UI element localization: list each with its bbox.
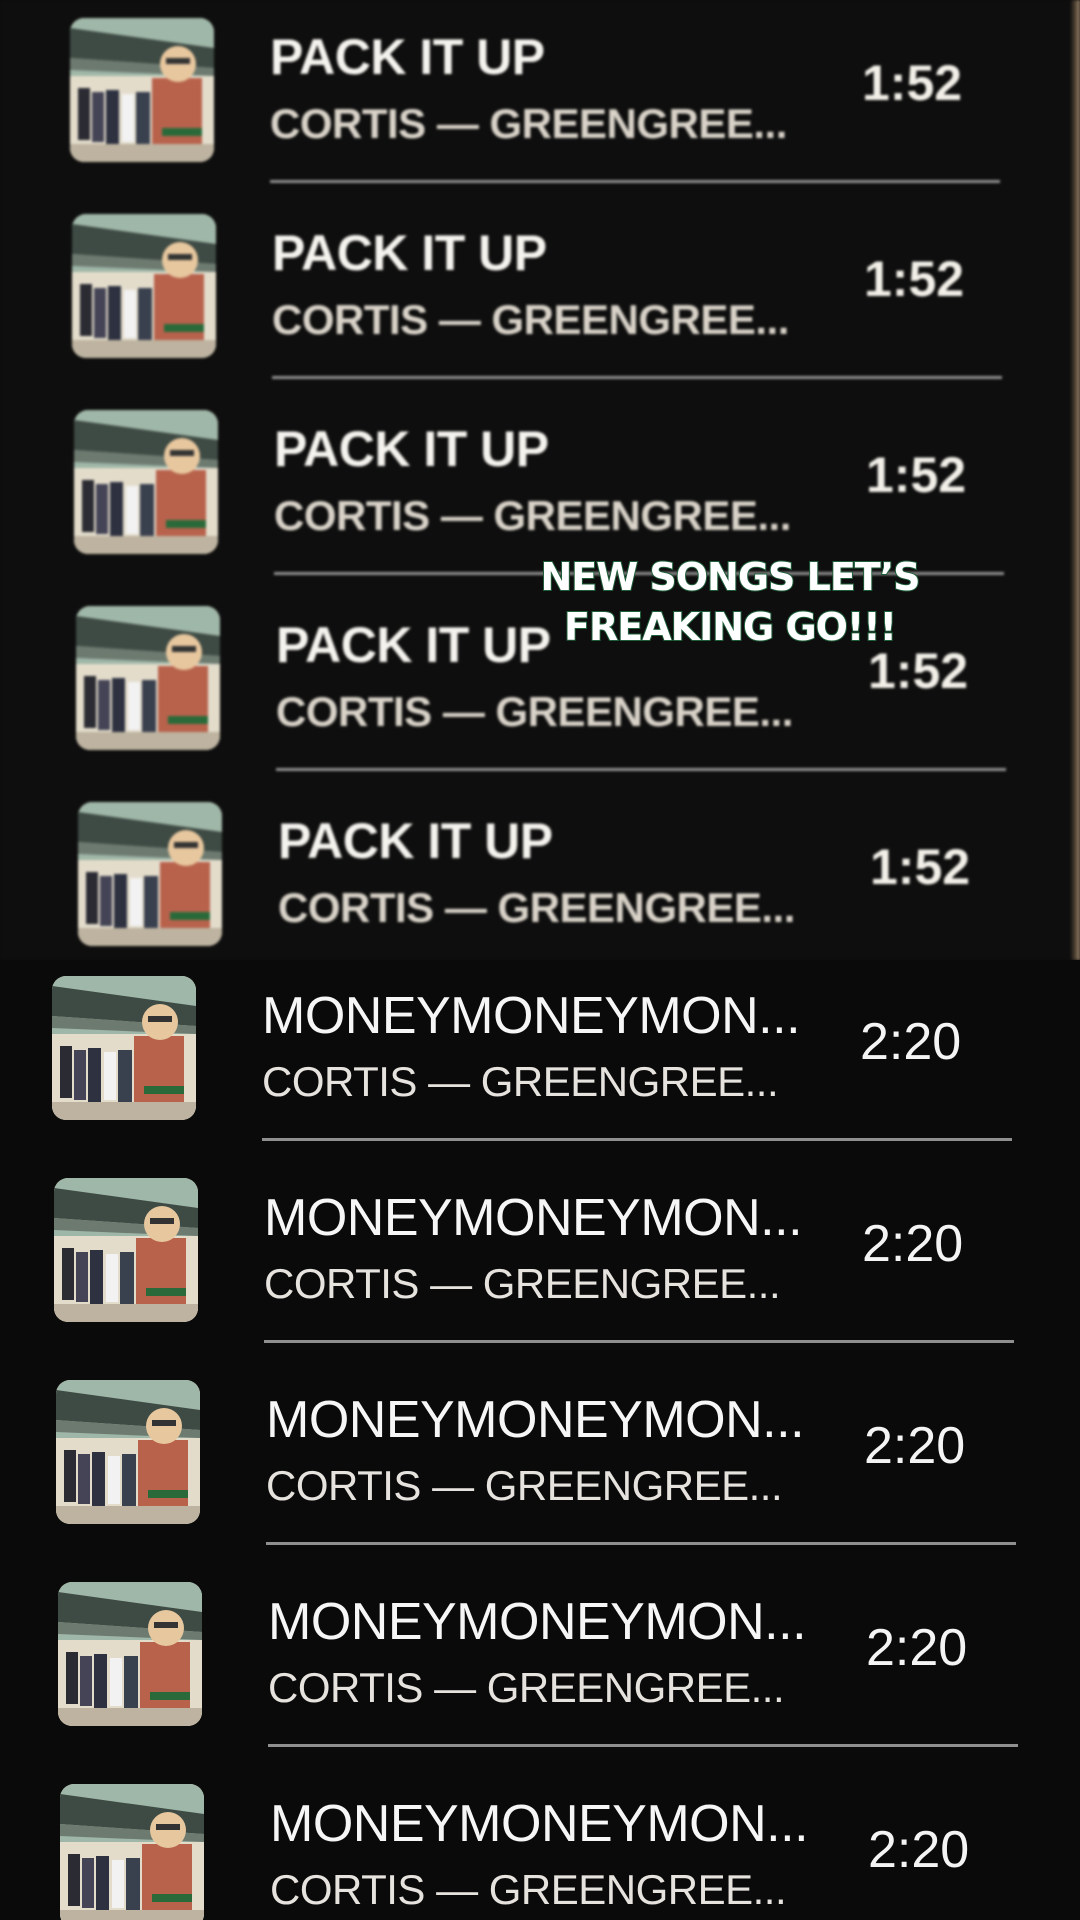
row-divider xyxy=(268,1744,1018,1747)
track-title: PACK IT UP xyxy=(278,813,553,869)
track-row[interactable]: MONEYMONEYMON... CORTIS — GREENGREE... 2:2… xyxy=(60,1768,1060,1920)
playlist-section-moneymoneymon: MONEYMONEYMON... CORTIS — GREENGREE... 2:2… xyxy=(0,960,1080,1920)
album-cover-icon xyxy=(58,1582,202,1726)
album-cover-icon xyxy=(72,214,216,358)
track-duration: 2:20 xyxy=(862,1215,964,1273)
track-title: MONEYMONEYMON... xyxy=(266,1391,805,1449)
track-artist-album: CORTIS — GREENGREE... xyxy=(278,884,795,931)
track-row[interactable]: MONEYMONEYMON... CORTIS — GREENGREE... 2:2… xyxy=(52,960,1052,1156)
track-row[interactable]: MONEYMONEYMON... CORTIS — GREENGREE... 2:2… xyxy=(56,1364,1056,1560)
album-cover-icon xyxy=(56,1380,200,1524)
track-artist-album: CORTIS — GREENGREE... xyxy=(264,1260,781,1307)
row-divider xyxy=(266,1542,1016,1545)
track-duration: 1:52 xyxy=(864,251,965,307)
track-title: PACK IT UP xyxy=(272,225,547,281)
track-title: PACK IT UP xyxy=(270,29,545,85)
caption-overlay: NEW SONGS LET’S FREAKING GO!!! xyxy=(530,552,930,652)
track-row[interactable]: MONEYMONEYMON... CORTIS — GREENGREE... 2:2… xyxy=(58,1566,1058,1762)
track-duration: 2:20 xyxy=(864,1417,966,1475)
album-cover-icon xyxy=(52,976,196,1120)
track-artist-album: CORTIS — GREENGREE... xyxy=(276,688,793,735)
row-divider xyxy=(272,376,1002,379)
track-row[interactable]: MONEYMONEYMON... CORTIS — GREENGREE... 2:2… xyxy=(54,1162,1054,1358)
track-title: MONEYMONEYMON... xyxy=(268,1593,807,1651)
track-title: MONEYMONEYMON... xyxy=(264,1189,803,1247)
track-artist-album: CORTIS — GREENGREE... xyxy=(272,296,789,343)
row-divider xyxy=(262,1138,1012,1141)
track-duration: 1:52 xyxy=(866,447,967,503)
caption-line-1: NEW SONGS LET’S xyxy=(539,554,921,600)
album-cover-icon xyxy=(76,606,220,750)
row-divider xyxy=(270,180,1000,183)
track-title: PACK IT UP xyxy=(274,421,549,477)
album-cover-icon xyxy=(60,1784,204,1920)
track-title: PACK IT UP xyxy=(276,617,551,673)
track-duration: 1:52 xyxy=(862,55,963,111)
track-duration: 2:20 xyxy=(866,1619,968,1677)
track-artist-album: CORTIS — GREENGREE... xyxy=(268,1664,785,1711)
album-cover-icon xyxy=(78,802,222,946)
track-duration: 1:52 xyxy=(870,839,971,895)
track-duration: 2:20 xyxy=(860,1013,962,1071)
track-artist-album: CORTIS — GREENGREE... xyxy=(270,100,787,147)
track-title: MONEYMONEYMON... xyxy=(270,1795,809,1853)
track-row[interactable]: PACK IT UP CORTIS — GREENGREE... 1:52 xyxy=(78,786,1078,960)
caption-line-2: FREAKING GO!!! xyxy=(563,604,898,650)
row-divider xyxy=(276,768,1006,771)
album-cover-icon xyxy=(70,18,214,162)
track-artist-album: CORTIS — GREENGREE... xyxy=(266,1462,783,1509)
track-artist-album: CORTIS — GREENGREE... xyxy=(262,1058,779,1105)
album-cover-icon xyxy=(54,1178,198,1322)
track-duration: 2:20 xyxy=(868,1821,970,1879)
row-divider xyxy=(264,1340,1014,1343)
track-row[interactable]: PACK IT UP CORTIS — GREENGREE... 1:52 xyxy=(70,2,1070,198)
track-row[interactable]: PACK IT UP CORTIS — GREENGREE... 1:52 xyxy=(72,198,1072,394)
track-title: MONEYMONEYMON... xyxy=(262,987,801,1045)
track-artist-album: CORTIS — GREENGREE... xyxy=(274,492,791,539)
playlist-section-pack-it-up: PACK IT UP CORTIS — GREENGREE... 1:52 PACK … xyxy=(0,0,1080,960)
album-cover-icon xyxy=(74,410,218,554)
track-artist-album: CORTIS — GREENGREE... xyxy=(270,1866,787,1913)
